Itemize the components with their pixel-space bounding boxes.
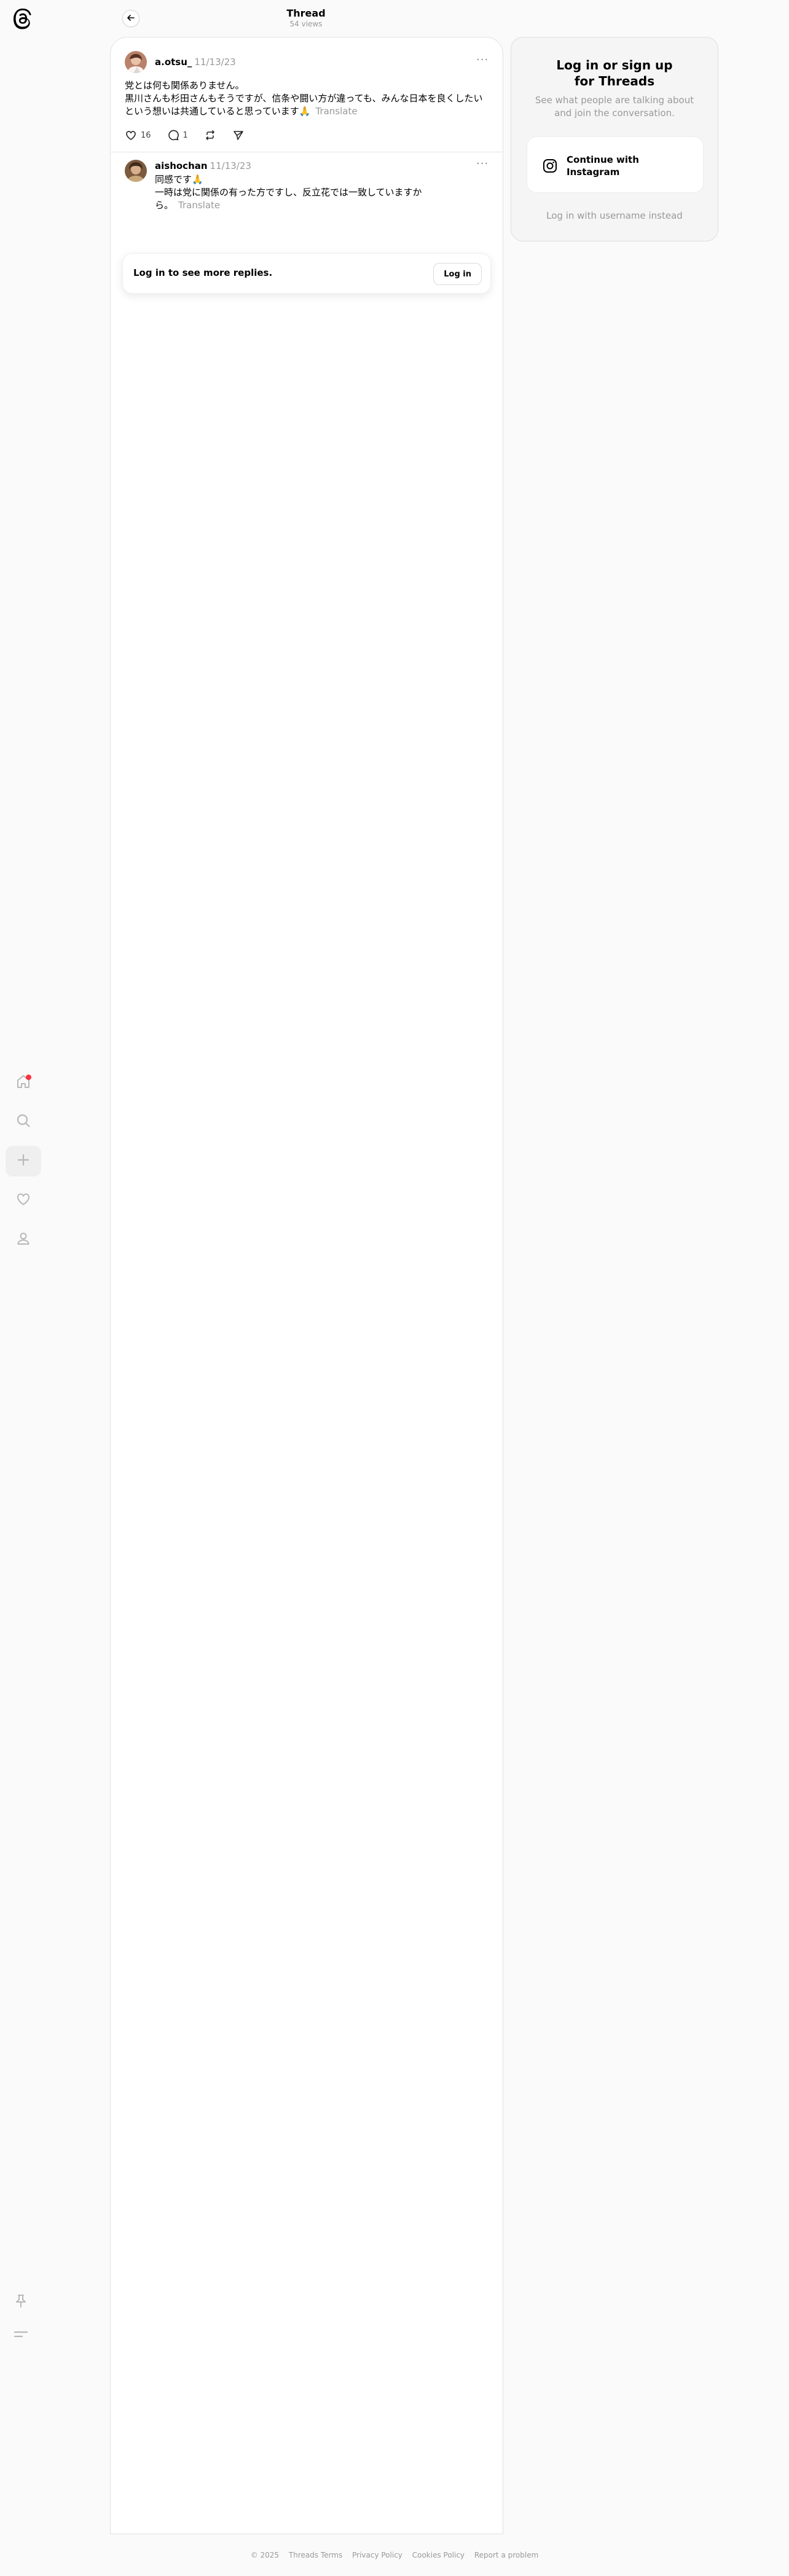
instagram-button-label: Continue with Instagram — [567, 154, 639, 178]
comment-icon — [168, 130, 179, 141]
continue-with-instagram-button[interactable]: Continue with Instagram — [527, 136, 704, 193]
threads-logo-icon[interactable] — [12, 8, 33, 29]
more-options-icon[interactable]: ··· — [476, 53, 489, 66]
left-rail — [0, 0, 47, 2576]
nav-search[interactable] — [6, 1106, 41, 1137]
login-prompt-text: Log in to see more replies. — [133, 267, 273, 278]
reply-body: 同感です🙏 一時は党に関係の有った方ですし、反立花では一致していますか ら。 Tr… — [155, 173, 474, 212]
footer-copyright: © 2025 — [250, 2551, 280, 2559]
thread-column: a.otsu_ 11/13/23 ··· 党とは何も関係ありません。 黒川さんも杉… — [110, 37, 503, 2534]
translate-link[interactable]: Translate — [178, 200, 220, 211]
avatar[interactable] — [125, 160, 147, 182]
reply-line: 同感です🙏 — [155, 174, 203, 185]
page-title: Thread — [286, 7, 326, 19]
nav-home[interactable] — [6, 1067, 41, 1098]
nav-profile[interactable] — [6, 1224, 41, 1255]
post-body: 党とは何も関係ありません。 黒川さんも杉田さんもそうですが、信条や闘い方が違って… — [125, 79, 493, 118]
login-panel-subtitle: See what people are talking about and jo… — [535, 95, 694, 119]
login-panel-title: Log in or sign up for Threads — [556, 58, 673, 88]
nav-activity[interactable] — [6, 1185, 41, 1216]
reply-timestamp[interactable]: 11/13/23 — [210, 160, 251, 171]
reply-username[interactable]: aishochan — [155, 160, 208, 171]
nav-create[interactable] — [6, 1146, 41, 1176]
arrow-left-icon — [127, 13, 135, 25]
send-icon — [234, 131, 243, 140]
heart-icon — [126, 131, 136, 140]
post-line: という想いは共通していると思っています🙏 — [125, 106, 311, 117]
footer-link-report[interactable]: Report a problem — [474, 2551, 538, 2559]
login-button[interactable]: Log in — [433, 263, 482, 285]
post-line: 黒川さんも杉田さんもそうですが、信条や闘い方が違っても、みんな日本を良くしたい — [125, 93, 483, 104]
reply-line: ら。 — [155, 200, 174, 211]
login-panel: Log in or sign up for Threads See what p… — [511, 37, 718, 241]
reply-line: 一時は党に関係の有った方ですし、反立花では一致していますか — [155, 187, 422, 198]
share-button[interactable] — [232, 129, 245, 141]
more-options-icon[interactable]: ··· — [476, 157, 489, 170]
reply-count: 1 — [183, 130, 188, 140]
post-line: 党とは何も関係ありません。 — [125, 80, 245, 91]
footer-link-terms[interactable]: Threads Terms — [289, 2551, 342, 2559]
search-icon — [15, 1113, 31, 1131]
avatar[interactable] — [125, 51, 147, 73]
footer-link-privacy[interactable]: Privacy Policy — [352, 2551, 402, 2559]
footer: © 2025 Threads Terms Privacy Policy Cook… — [0, 2551, 789, 2559]
menu-icon[interactable] — [12, 2325, 29, 2343]
translate-link[interactable]: Translate — [315, 106, 357, 117]
person-icon — [15, 1231, 31, 1249]
like-count: 16 — [141, 130, 151, 140]
reply-button[interactable]: 1 — [167, 129, 188, 141]
post-actions: 16 1 — [125, 129, 261, 141]
post-username[interactable]: a.otsu_ — [155, 57, 192, 68]
post-timestamp[interactable]: 11/13/23 — [194, 57, 235, 68]
username-login-link[interactable]: Log in with username instead — [511, 210, 718, 221]
heart-icon — [15, 1191, 31, 1210]
repost-icon — [206, 130, 214, 140]
footer-link-cookies[interactable]: Cookies Policy — [412, 2551, 465, 2559]
like-button[interactable]: 16 — [125, 129, 151, 141]
pin-icon[interactable] — [12, 2292, 29, 2309]
back-button[interactable] — [122, 10, 139, 27]
view-count: 54 views — [289, 20, 323, 28]
repost-button[interactable] — [204, 129, 216, 141]
login-prompt: Log in to see more replies. Log in — [122, 253, 491, 294]
instagram-icon — [543, 159, 557, 173]
notification-dot — [26, 1075, 31, 1080]
plus-icon — [15, 1152, 31, 1170]
